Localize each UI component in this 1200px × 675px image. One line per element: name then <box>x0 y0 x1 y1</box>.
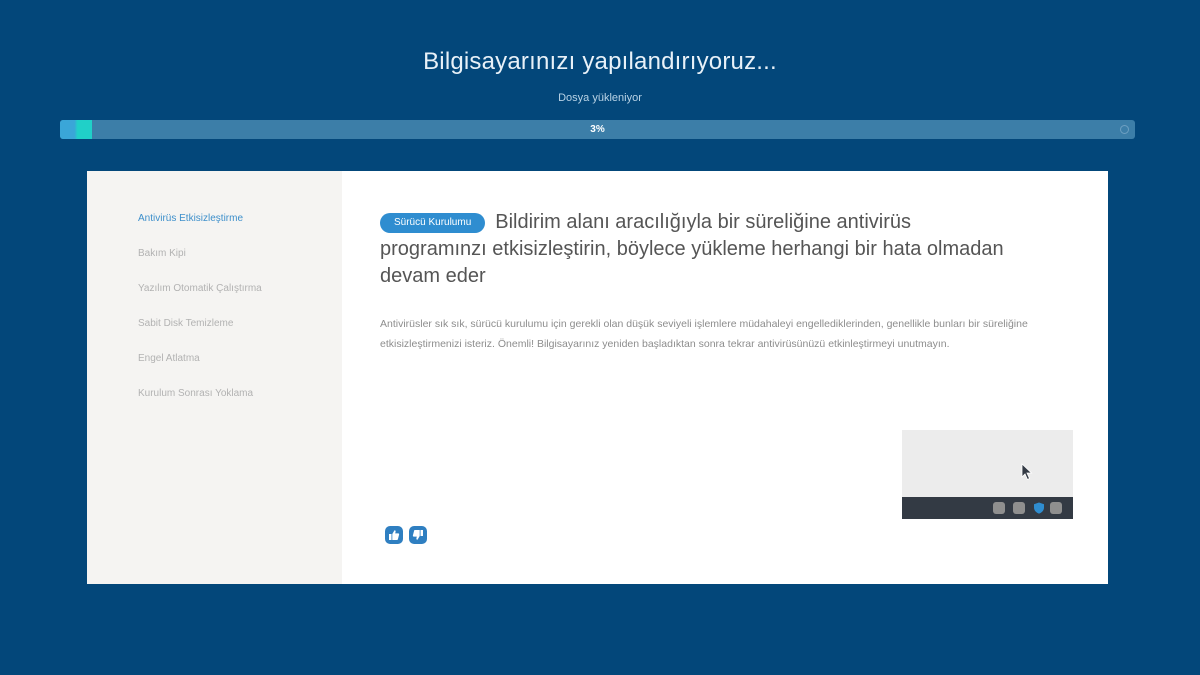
progress-bar: 3% <box>60 120 1135 139</box>
thumbs-down-button[interactable] <box>409 526 427 544</box>
thumbs-down-icon <box>412 530 423 540</box>
shield-icon <box>1034 502 1044 514</box>
progress-percent: 3% <box>590 124 605 135</box>
sidebar-item-maintenance-mode[interactable]: Bakım Kipi <box>87 248 342 283</box>
step-heading: Sürücü Kurulumu Bildirim alanı aracılığıy… <box>380 209 1020 290</box>
sidebar-item-antivirus[interactable]: Antivirüs Etkisizleştirme <box>87 213 342 248</box>
thumbs-up-icon <box>389 530 400 540</box>
sidebar-item-disk-cleanup[interactable]: Sabit Disk Temizleme <box>87 318 342 353</box>
tray-app-icon <box>1013 502 1025 514</box>
tray-app-icon <box>1050 502 1062 514</box>
setup-screen: Bilgisayarınızı yapılandırıyoruz... Dosy… <box>0 0 1200 675</box>
tray-app-icon <box>993 502 1005 514</box>
main-content: Sürücü Kurulumu Bildirim alanı aracılığıy… <box>342 171 1108 584</box>
taskbar <box>902 497 1073 519</box>
sidebar-item-autorun[interactable]: Yazılım Otomatik Çalıştırma <box>87 283 342 318</box>
step-badge: Sürücü Kurulumu <box>380 213 486 233</box>
mouse-cursor-icon <box>1021 463 1033 481</box>
status-text: Dosya yükleniyor <box>558 92 642 104</box>
setup-card: Antivirüs Etkisizleştirme Bakım Kipi Yaz… <box>87 171 1108 584</box>
progress-end-icon <box>1120 125 1129 134</box>
sidebar-item-post-install-check[interactable]: Kurulum Sonrası Yoklama <box>87 388 342 423</box>
step-description: Antivirüsler sık sık, sürücü kurulumu iç… <box>380 318 1028 350</box>
feedback-buttons <box>385 526 427 544</box>
tray-illustration <box>902 430 1073 519</box>
sidebar-item-bypass[interactable]: Engel Atlatma <box>87 353 342 388</box>
page-title: Bilgisayarınızı yapılandırıyoruz... <box>423 48 777 75</box>
sidebar: Antivirüs Etkisizleştirme Bakım Kipi Yaz… <box>87 171 342 584</box>
thumbs-up-button[interactable] <box>385 526 403 544</box>
